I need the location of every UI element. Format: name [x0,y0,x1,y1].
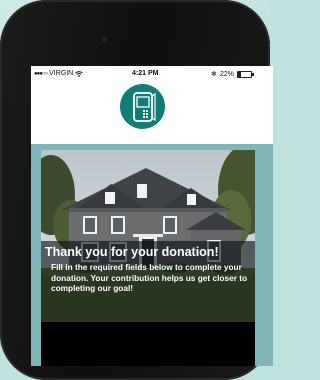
wifi-icon [75,70,84,77]
camera-icon [101,36,108,43]
app-logo[interactable] [120,84,165,129]
donation-card: Thank you for your donation! Fill in the… [41,150,255,366]
carrier-info: ●●●○○ VIRGIN [34,70,84,77]
battery-level-fill [237,71,241,77]
status-bar: ●●●○○ VIRGIN 4:21 PM ✱ 22% [31,66,273,82]
form-area [41,322,255,366]
signal-strength-icon: ●●●○○ [34,70,48,77]
donation-title: Thank you for your donation! [45,245,219,259]
bluetooth-icon: ✱ [211,71,217,78]
app-header [31,82,273,144]
battery-status: ✱ 22% [211,70,254,78]
phone-screen: ●●●○○ VIRGIN 4:21 PM ✱ 22% Thank you for… [31,66,273,366]
status-time: 4:21 PM [132,70,159,77]
phone-device-icon [132,91,156,122]
donation-caption: Thank you for your donation! Fill in the… [41,241,255,322]
content-area: Thank you for your donation! Fill in the… [31,144,273,366]
donation-message: Fill in the required fields below to com… [51,262,248,293]
carrier-name: VIRGIN [49,70,74,77]
battery-icon [236,70,254,78]
battery-percent: 22% [219,70,234,78]
